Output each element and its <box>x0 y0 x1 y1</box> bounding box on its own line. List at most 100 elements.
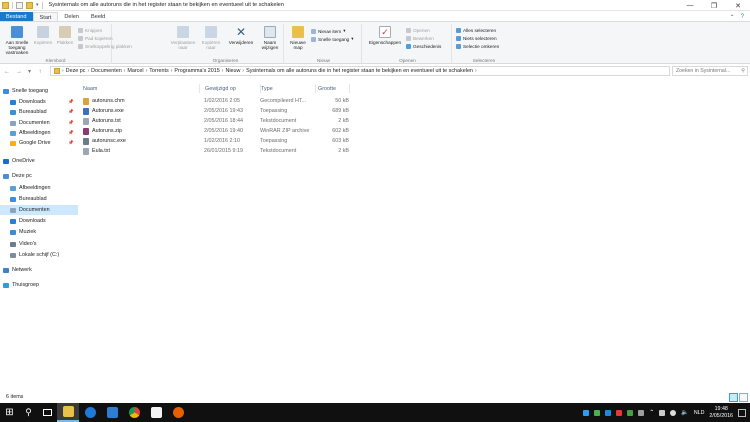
nav-item[interactable]: Bureaublad 📌 <box>0 107 78 117</box>
column-header-modified[interactable]: Gewijzigd op <box>204 84 261 93</box>
show-hidden-icons-icon[interactable]: ⌃ <box>649 409 654 416</box>
breadcrumb-item[interactable]: Sysinternals om alle autoruns die in het… <box>246 68 473 74</box>
nav-item[interactable]: Google Drive 📌 <box>0 138 78 148</box>
copy-path-button[interactable]: Pad kopiëren <box>78 36 113 41</box>
maximize-button[interactable]: ❐ <box>702 0 726 11</box>
tray-app-icon[interactable] <box>616 409 623 416</box>
breadcrumb-separator[interactable]: › <box>222 68 224 74</box>
move-to-button[interactable]: Verplaatsen naar <box>171 26 195 50</box>
nav-item[interactable]: Muziek <box>0 227 78 237</box>
table-row[interactable]: Eula.txt 26/01/2015 9:19 Tekstdocument 2 kB <box>82 147 382 157</box>
up-arrow-icon[interactable]: ↑ <box>36 69 44 75</box>
easy-access-button[interactable]: Snelle toegang ▾ <box>311 36 354 42</box>
tray-app-icon[interactable] <box>583 409 590 416</box>
tray-app-icon[interactable] <box>605 409 612 416</box>
nav-item[interactable]: OneDrive <box>0 156 78 166</box>
nav-item[interactable]: Documenten <box>0 205 78 215</box>
breadcrumb-separator[interactable]: › <box>242 68 244 74</box>
task-view-button[interactable] <box>38 403 57 422</box>
forward-arrow-icon[interactable]: → <box>15 69 23 75</box>
nav-item[interactable]: Snelle toegang <box>0 86 78 96</box>
customize-chevron-icon[interactable]: ▾ <box>36 2 39 8</box>
new-item-button[interactable]: Nieuw item ▾ <box>311 28 346 34</box>
large-icons-view-icon[interactable] <box>739 393 748 402</box>
breadcrumb-separator[interactable]: › <box>62 68 64 74</box>
help-icon[interactable]: ? <box>741 14 744 20</box>
taskbar-store[interactable] <box>101 403 123 422</box>
select-none-button[interactable]: Niets selecteren <box>456 36 497 41</box>
new-folder-icon[interactable] <box>26 1 33 9</box>
breadcrumb-separator[interactable]: › <box>124 68 126 74</box>
pin-icon[interactable]: 📌 <box>68 109 74 115</box>
search-button[interactable]: ⚲ <box>19 403 38 422</box>
select-all-button[interactable]: Alles selecteren <box>456 28 496 33</box>
nav-item[interactable]: Thuisgroep <box>0 280 78 290</box>
breadcrumb-item[interactable]: Documenten <box>91 68 122 74</box>
breadcrumb[interactable]: › Deze pc › Documenten › Marcel › Torren… <box>50 66 670 76</box>
taskbar-file-explorer[interactable] <box>57 403 79 422</box>
copy-to-button[interactable]: Kopiëren naar <box>199 26 223 50</box>
taskbar-chrome[interactable] <box>123 403 145 422</box>
volume-icon[interactable]: 🔈 <box>681 409 688 416</box>
edit-button[interactable]: Bewerken <box>406 36 434 41</box>
cut-button[interactable]: Knippen <box>78 28 102 33</box>
nav-item[interactable]: Downloads <box>0 216 78 226</box>
clock[interactable]: 19:48 2/05/2016 <box>709 406 733 419</box>
table-row[interactable]: Autoruns.zip 2/05/2016 19:40 WinRAR ZIP ar… <box>82 127 382 137</box>
breadcrumb-item[interactable]: Marcel <box>127 68 143 74</box>
minimize-button[interactable]: — <box>678 0 702 11</box>
recent-locations-chevron-icon[interactable]: ▾ <box>27 68 32 75</box>
delete-button[interactable]: ✕ Verwijderen <box>227 26 255 45</box>
table-row[interactable]: autoruns.chm 1/02/2016 2:05 Gecompileerd H… <box>82 97 382 107</box>
nav-item[interactable]: Afbeeldingen 📌 <box>0 128 78 138</box>
table-row[interactable]: Autoruns.txt 2/05/2016 18:44 Tekstdocument… <box>82 117 382 127</box>
tray-app-icon[interactable] <box>638 409 645 416</box>
breadcrumb-separator[interactable]: › <box>171 68 173 74</box>
paste-shortcut-button[interactable]: Snelkoppeling plakken <box>78 44 132 49</box>
open-button[interactable]: Openen <box>406 28 430 33</box>
search-input[interactable]: Zoeken in Sysinternal... ⚲ <box>672 66 748 76</box>
invert-selection-button[interactable]: Selectie omkeren <box>456 44 499 49</box>
paste-button[interactable]: Plakken <box>55 26 75 45</box>
breadcrumb-item[interactable]: Nieuw <box>225 68 240 74</box>
pin-icon[interactable]: 📌 <box>68 120 74 126</box>
language-indicator[interactable]: NLD <box>694 410 705 416</box>
column-header-type[interactable]: Type <box>260 84 316 93</box>
history-button[interactable]: Geschiedenis <box>406 44 441 49</box>
column-header-size[interactable]: Grootte <box>317 84 350 93</box>
table-row[interactable]: autorunsc.exe 1/02/2016 2:10 Toepassing 603… <box>82 137 382 147</box>
taskbar-firefox[interactable] <box>167 403 189 422</box>
nav-item[interactable]: Documenten 📌 <box>0 118 78 128</box>
breadcrumb-separator[interactable]: › <box>87 68 89 74</box>
nav-item[interactable]: Bureaublad <box>0 194 78 204</box>
pin-icon[interactable]: 📌 <box>68 99 74 105</box>
taskbar-app[interactable] <box>145 403 167 422</box>
tray-app-icon[interactable] <box>594 409 601 416</box>
tray-app-icon[interactable] <box>627 409 634 416</box>
nav-item[interactable]: Downloads 📌 <box>0 97 78 107</box>
breadcrumb-item[interactable]: Deze pc <box>66 68 86 74</box>
notifications-icon[interactable] <box>738 408 746 417</box>
copy-button[interactable]: Kopiëren <box>33 26 53 45</box>
details-view-icon[interactable] <box>729 393 738 402</box>
nav-item[interactable]: Netwerk <box>0 265 78 275</box>
breadcrumb-item[interactable]: Programma's 2015 <box>174 68 219 74</box>
nav-item[interactable]: Lokale schijf (C:) <box>0 250 78 260</box>
close-button[interactable]: ✕ <box>726 0 750 11</box>
battery-icon[interactable] <box>659 409 666 416</box>
nav-item[interactable]: Afbeeldingen <box>0 183 78 193</box>
collapse-ribbon-icon[interactable]: ⌃ <box>730 14 735 21</box>
breadcrumb-item[interactable]: Torrents <box>149 68 168 74</box>
table-row[interactable]: Autoruns.exe 2/05/2016 19:43 Toepassing 689… <box>82 107 382 117</box>
rename-button[interactable]: Naam wijzigen <box>258 26 282 50</box>
breadcrumb-separator[interactable]: › <box>475 68 477 74</box>
pin-quick-access-button[interactable]: Aan Snelle toegang vastmaken <box>2 26 32 55</box>
properties-icon[interactable] <box>16 1 23 9</box>
new-folder-button[interactable]: Nieuwe map <box>287 26 309 50</box>
taskbar-edge[interactable] <box>79 403 101 422</box>
nav-item[interactable]: Video's <box>0 239 78 249</box>
network-icon[interactable] <box>670 409 677 416</box>
back-arrow-icon[interactable]: ← <box>3 69 11 75</box>
properties-button[interactable]: ✓ Eigenschappen <box>365 26 405 45</box>
pin-icon[interactable]: 📌 <box>68 140 74 146</box>
